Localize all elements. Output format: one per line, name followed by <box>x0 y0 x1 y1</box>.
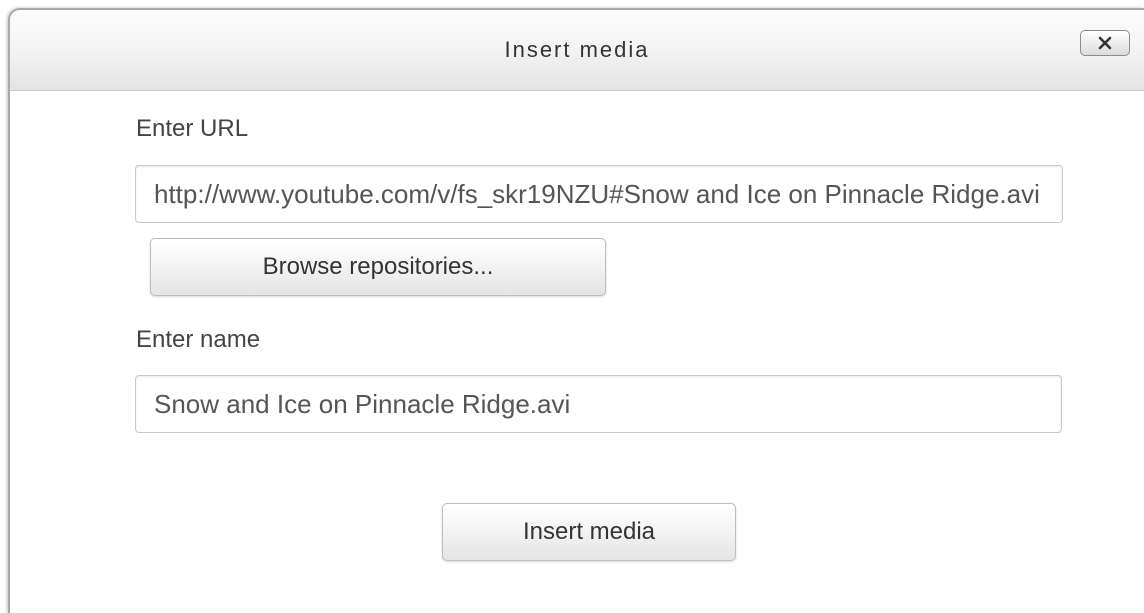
dialog-body: Enter URL Browse repositories... Enter n… <box>10 91 1144 613</box>
close-button[interactable] <box>1080 30 1130 56</box>
url-input[interactable] <box>135 165 1063 223</box>
close-x-icon <box>1098 36 1112 50</box>
dialog-titlebar: Insert media <box>10 10 1144 91</box>
url-label: Enter URL <box>136 115 249 142</box>
name-input[interactable] <box>135 375 1062 433</box>
name-label: Enter name <box>136 326 261 353</box>
insert-media-dialog: Insert media Enter URL Browse repositori… <box>8 8 1144 613</box>
browse-repositories-button[interactable]: Browse repositories... <box>150 238 606 296</box>
insert-media-button[interactable]: Insert media <box>442 503 736 561</box>
dialog-title: Insert media <box>504 37 650 62</box>
